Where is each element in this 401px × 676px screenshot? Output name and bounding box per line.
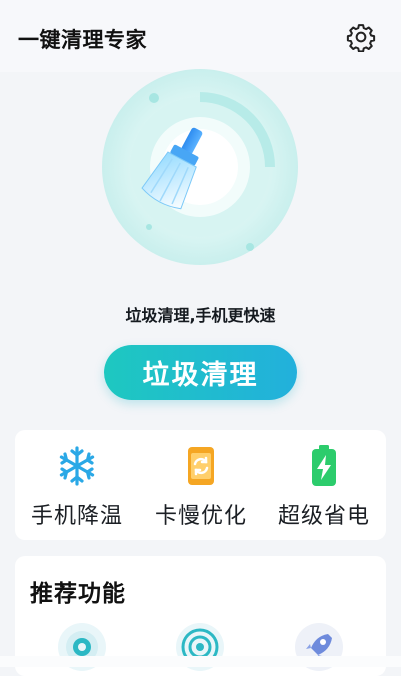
tool-label: 卡慢优化 (154, 504, 247, 529)
tool-lag-optimize[interactable]: 卡慢优化 (139, 444, 263, 534)
tool-label: 超级省电 (277, 504, 370, 529)
battery-charge-icon (312, 445, 336, 486)
recommended-title: 推荐功能 (30, 581, 126, 607)
tool-label: 手机降温 (30, 504, 123, 529)
bottom-nav-bar (0, 656, 401, 667)
cleaner-hero-graphic[interactable] (0, 64, 401, 314)
snowflake-icon (59, 446, 95, 486)
app-title: 一键清理专家 (18, 28, 147, 52)
junk-clean-button[interactable]: 垃圾清理 (104, 345, 297, 400)
tool-power-saving[interactable]: 超级省电 (262, 444, 386, 534)
gear-icon[interactable] (346, 22, 376, 52)
quick-tools-card: 手机降温 卡慢优化 超级省电 (15, 430, 386, 540)
hero-tagline: 垃圾清理,手机更快速 (125, 306, 276, 325)
tool-phone-cooling[interactable]: 手机降温 (15, 444, 139, 534)
header-bar: 一键清理专家 (0, 0, 401, 72)
phone-refresh-icon (188, 447, 214, 485)
